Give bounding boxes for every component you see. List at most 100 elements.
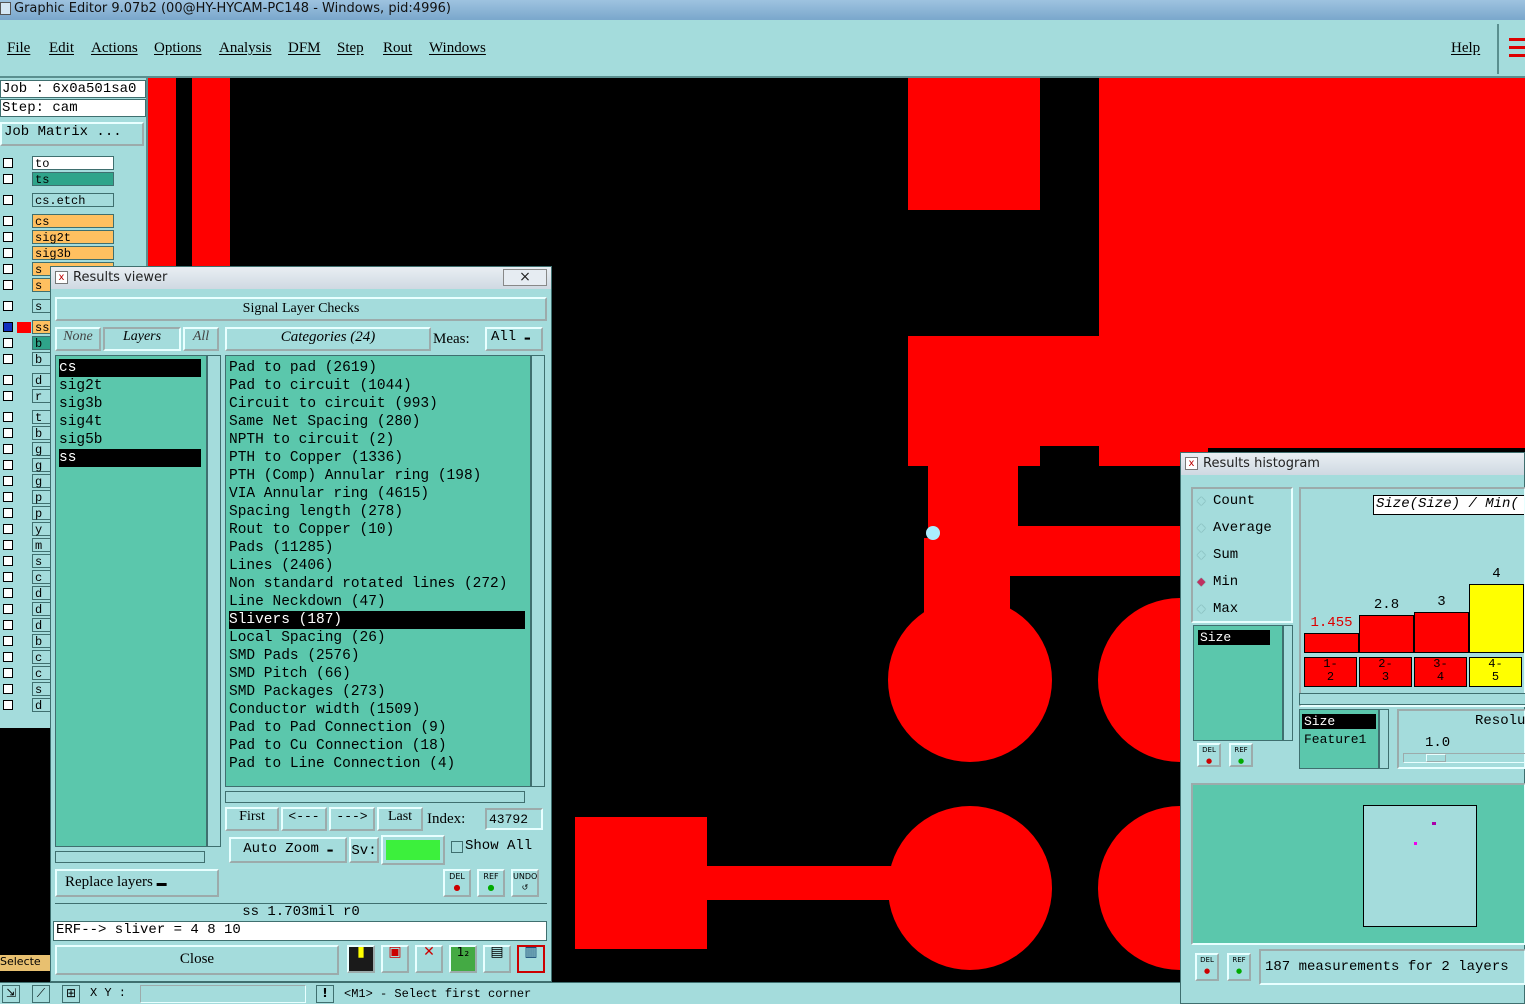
layer-checkbox[interactable]: [3, 572, 13, 582]
mode-radio-count[interactable]: ◆ Count: [1197, 493, 1255, 513]
notes-icon[interactable]: ▤: [483, 945, 511, 973]
result-layer-item[interactable]: sig2t: [59, 377, 201, 395]
layer-row[interactable]: cs: [0, 214, 146, 229]
layer-checkbox[interactable]: [3, 652, 13, 662]
job-matrix-button[interactable]: Job Matrix ...: [0, 122, 144, 146]
layer-checkbox[interactable]: [3, 668, 13, 678]
layer-checkbox[interactable]: [3, 524, 13, 534]
category-item[interactable]: Circuit to circuit (993): [229, 395, 525, 413]
layer-checkbox[interactable]: [3, 301, 13, 311]
refresh-icon[interactable]: REF ●: [1229, 743, 1253, 767]
layer-row[interactable]: sig2t: [0, 230, 146, 245]
layer-checkbox[interactable]: [3, 444, 13, 454]
layer-checkbox[interactable]: [3, 248, 13, 258]
measure-list-scrollbar[interactable]: [1283, 625, 1293, 741]
preview-map[interactable]: [1363, 805, 1477, 927]
previous-button[interactable]: <---: [281, 807, 327, 831]
sv-color-dropdown[interactable]: [381, 835, 445, 865]
index-input[interactable]: [485, 808, 543, 830]
layer-checkbox[interactable]: [3, 280, 13, 290]
layer-row[interactable]: to: [0, 156, 146, 171]
category-list-hscrollbar[interactable]: [225, 791, 525, 803]
category-item[interactable]: Rout to Copper (10): [229, 521, 525, 539]
layer-name[interactable]: cs: [32, 214, 114, 229]
mode-radio-max[interactable]: ◆ Max: [1197, 601, 1238, 621]
report-icon[interactable]: ▣: [381, 945, 409, 973]
resolution-slider[interactable]: [1403, 753, 1525, 763]
measure-list[interactable]: Size: [1193, 625, 1283, 741]
field-item[interactable]: Size: [1302, 714, 1376, 729]
layers-button[interactable]: Layers: [103, 327, 181, 351]
mode-radio-average[interactable]: ◆ Average: [1197, 520, 1272, 540]
select-tool-icon[interactable]: ⇲: [2, 985, 20, 1003]
category-item[interactable]: Slivers (187): [229, 611, 525, 629]
meas-dropdown[interactable]: All ▬: [485, 327, 543, 351]
histogram-bar[interactable]: [1414, 612, 1469, 653]
category-item[interactable]: Spacing length (278): [229, 503, 525, 521]
category-item[interactable]: Non standard rotated lines (272): [229, 575, 525, 593]
layer-checkbox[interactable]: [3, 412, 13, 422]
layer-checkbox[interactable]: [3, 540, 13, 550]
result-layer-item[interactable]: ss: [59, 449, 201, 467]
category-item[interactable]: Pad to circuit (1044): [229, 377, 525, 395]
layer-list-hscrollbar[interactable]: [55, 851, 205, 863]
result-layer-item[interactable]: cs: [59, 359, 201, 377]
layer-checkbox[interactable]: [3, 476, 13, 486]
compare-icon[interactable]: 1₂: [449, 945, 477, 973]
category-list-scrollbar[interactable]: [531, 355, 545, 787]
layer-name[interactable]: to: [32, 156, 114, 171]
category-list[interactable]: Pad to pad (2619) Pad to circuit (1044) Ci…: [225, 355, 531, 787]
close-button[interactable]: Close: [55, 945, 339, 975]
menu-windows[interactable]: Windows: [429, 40, 486, 57]
layer-checkbox[interactable]: [3, 508, 13, 518]
layer-checkbox[interactable]: [3, 322, 13, 332]
category-item[interactable]: Pad to pad (2619): [229, 359, 525, 377]
layer-checkbox[interactable]: [3, 492, 13, 502]
layer-checkbox[interactable]: [3, 684, 13, 694]
layer-checkbox[interactable]: [3, 636, 13, 646]
layer-checkbox[interactable]: [3, 428, 13, 438]
show-all-checkbox[interactable]: [451, 841, 463, 853]
replace-layers-dropdown[interactable]: Replace layers ▬: [55, 869, 219, 897]
layer-checkbox[interactable]: [3, 460, 13, 470]
layer-row[interactable]: sig3b: [0, 246, 146, 261]
layer-row[interactable]: cs.etch: [0, 193, 146, 208]
histogram-icon[interactable]: ▥: [517, 945, 545, 973]
xy-input[interactable]: [140, 985, 306, 1003]
clear-icon[interactable]: ✕: [415, 945, 443, 973]
refresh-icon[interactable]: REF ●: [1227, 953, 1251, 981]
category-item[interactable]: Lines (2406): [229, 557, 525, 575]
result-layer-item[interactable]: sig4t: [59, 413, 201, 431]
menu-dfm[interactable]: DFM: [288, 40, 321, 57]
layer-list-scrollbar[interactable]: [207, 355, 221, 847]
layer-name[interactable]: sig2t: [32, 230, 114, 245]
category-item[interactable]: Pad to Line Connection (4): [229, 755, 525, 773]
layer-name[interactable]: sig3b: [32, 246, 114, 261]
measure-tool-icon[interactable]: ⟋: [32, 985, 50, 1003]
menu-help[interactable]: Help: [1451, 40, 1480, 57]
categories-button[interactable]: Categories (24): [225, 327, 431, 351]
category-item[interactable]: SMD Pitch (66): [229, 665, 525, 683]
layer-row[interactable]: ts: [0, 172, 146, 187]
category-item[interactable]: PTH to Copper (1336): [229, 449, 525, 467]
category-item[interactable]: PTH (Comp) Annular ring (198): [229, 467, 525, 485]
histogram-hscrollbar[interactable]: [1299, 693, 1525, 705]
field-item[interactable]: Feature1: [1302, 732, 1376, 747]
none-button[interactable]: None: [55, 327, 101, 351]
layer-checkbox[interactable]: [3, 354, 13, 364]
result-layer-item[interactable]: sig3b: [59, 395, 201, 413]
layer-checkbox[interactable]: [3, 556, 13, 566]
layer-checkbox[interactable]: [3, 174, 13, 184]
layer-checkbox[interactable]: [3, 338, 13, 348]
menu-rout[interactable]: Rout: [383, 40, 412, 57]
category-item[interactable]: Conductor width (1509): [229, 701, 525, 719]
category-item[interactable]: Same Net Spacing (280): [229, 413, 525, 431]
mode-radio-sum[interactable]: ◆ Sum: [1197, 547, 1238, 567]
histogram-bar[interactable]: [1304, 633, 1359, 653]
layer-checkbox[interactable]: [3, 158, 13, 168]
histogram-bar[interactable]: [1359, 615, 1414, 653]
layer-checkbox[interactable]: [3, 391, 13, 401]
menu-options[interactable]: Options: [154, 40, 202, 57]
next-button[interactable]: --->: [329, 807, 375, 831]
category-item[interactable]: Line Neckdown (47): [229, 593, 525, 611]
